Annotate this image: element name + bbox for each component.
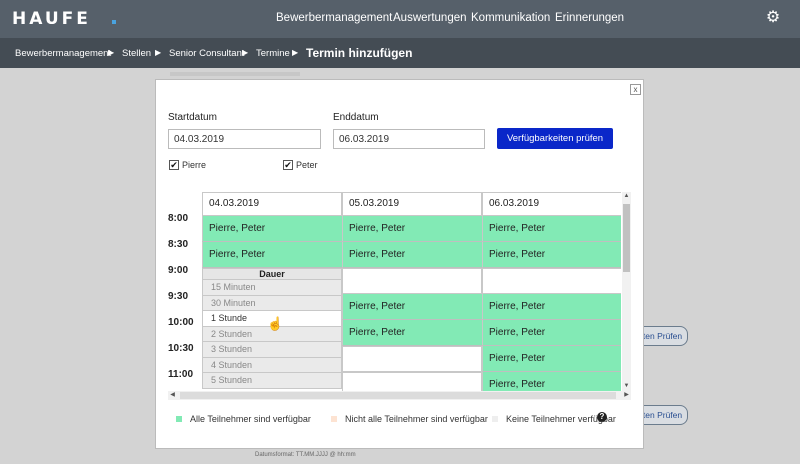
time-slot-available[interactable]: Pierre, Peter [202,242,342,268]
legend-label-all: Alle Teilnehmer sind verfügbar [190,414,311,424]
time-slot-available[interactable]: Pierre, Peter [342,216,482,242]
horizontal-scrollbar[interactable]: ◀ ▶ [168,391,631,400]
legend-swatch-none [492,416,498,422]
time-label: 8:30 [168,239,189,250]
day-column: 04.03.2019 Pierre, Peter Pierre, Peter D… [202,192,342,391]
time-slot-empty[interactable] [342,346,482,372]
breadcrumb-termine[interactable]: Termine [256,48,290,59]
legend-swatch-partial [331,416,337,422]
nav-kommunikation[interactable]: Kommunikation [471,12,550,24]
top-navigation: HAUFE Bewerbermanagement Auswertungen Ko… [0,0,800,38]
time-label: 11:00 [168,369,194,380]
participant-label: Peter [296,160,318,170]
legend-swatch-all [176,416,182,422]
time-label: 8:00 [168,213,189,224]
duration-option[interactable]: 4 Stunden [202,357,342,373]
legend-label-partial: Nicht alle Teilnehmer sind verfügbar [345,414,488,424]
time-slot-available[interactable]: Pierre, Peter [482,242,621,268]
time-slot-available[interactable]: Pierre, Peter [342,242,482,268]
scroll-left-icon[interactable]: ◀ [168,391,177,400]
time-slot-available[interactable]: Pierre, Peter [482,320,621,346]
column-date-header: 06.03.2019 [482,192,621,216]
breadcrumb-senior-consultant[interactable]: Senior Consultant [169,48,245,59]
participant-label: Pierre [182,160,207,170]
time-slot-available[interactable]: Pierre, Peter [342,320,482,346]
haufe-logo[interactable]: HAUFE [12,9,91,29]
checkbox-checked-icon: ✔ [169,160,179,170]
vertical-scrollbar[interactable]: ▲ ▼ [622,192,631,391]
day-column: 06.03.2019 Pierre, Peter Pierre, Peter P… [482,192,621,391]
breadcrumb-separator-icon: ▶ [108,48,115,57]
duration-option[interactable]: 5 Stunden [202,373,342,389]
time-label: 9:30 [168,291,189,302]
duration-option[interactable]: 15 Minuten [202,280,342,296]
time-slot-available[interactable]: Pierre, Peter [202,216,342,242]
scrollbar-thumb[interactable] [623,204,630,272]
help-icon[interactable]: ? [597,412,607,422]
duration-option[interactable]: 3 Stunden [202,342,342,358]
column-date-header: 04.03.2019 [202,192,342,216]
duration-dropdown-header: Dauer [202,268,342,280]
scroll-down-icon[interactable]: ▼ [622,382,631,391]
breadcrumb-bewerbermanagement[interactable]: Bewerbermanagement [15,48,111,59]
breadcrumb-stellen[interactable]: Stellen [122,48,151,59]
time-label: 9:00 [168,265,189,276]
gear-icon[interactable]: ⚙ [765,10,781,26]
time-slot-available[interactable]: Pierre, Peter [342,294,482,320]
scroll-up-icon[interactable]: ▲ [622,192,631,201]
nav-auswertungen[interactable]: Auswertungen [393,12,467,24]
time-label: 10:00 [168,317,194,328]
check-availability-button[interactable]: Verfügbarkeiten prüfen [497,128,613,149]
date-format-hint: Datumsformat: TT.MM.JJJJ @ hh:mm [255,452,356,458]
time-slot-available[interactable]: Pierre, Peter [482,372,621,391]
end-date-label: Enddatum [333,112,379,123]
checkbox-checked-icon: ✔ [283,160,293,170]
start-date-input[interactable] [168,129,321,149]
breadcrumb-separator-icon: ▶ [242,48,249,57]
breadcrumb-separator-icon: ▶ [292,48,299,57]
time-slot-available[interactable]: Pierre, Peter [482,346,621,372]
nav-bewerbermanagement[interactable]: Bewerbermanagement [276,12,392,24]
time-slot-available[interactable]: Pierre, Peter [482,294,621,320]
nav-erinnerungen[interactable]: Erinnerungen [555,12,624,24]
time-label: 10:30 [168,343,194,354]
close-icon[interactable]: x [630,84,641,95]
logo-dot [112,20,116,24]
background-text-line [170,72,300,76]
duration-option[interactable]: 30 Minuten [202,295,342,311]
time-slot-available[interactable]: Pierre, Peter [482,216,621,242]
add-appointment-dialog: x Startdatum Enddatum Verfügbarkeiten pr… [155,79,644,449]
day-column: 05.03.2019 Pierre, Peter Pierre, Peter P… [342,192,482,391]
breadcrumb-separator-icon: ▶ [155,48,162,57]
availability-grid: 04.03.2019 Pierre, Peter Pierre, Peter D… [202,192,621,391]
duration-dropdown: Dauer 15 Minuten 30 Minuten 1 Stunde 2 S… [202,268,342,389]
participant-checkbox-pierre[interactable]: ✔ Pierre [169,160,206,170]
start-date-label: Startdatum [168,112,217,123]
breadcrumb-current: Termin hinzufügen [306,46,413,60]
participant-checkbox-peter[interactable]: ✔ Peter [283,160,318,170]
scroll-right-icon[interactable]: ▶ [622,391,631,400]
column-date-header: 05.03.2019 [342,192,482,216]
time-slot-empty[interactable] [342,372,482,391]
scrollbar-thumb[interactable] [180,392,616,399]
time-slot-empty[interactable] [342,268,482,294]
end-date-input[interactable] [333,129,485,149]
time-slot-empty[interactable] [482,268,621,294]
duration-option-hovered[interactable]: 1 Stunde [202,311,342,327]
duration-option[interactable]: 2 Stunden [202,326,342,342]
breadcrumb: Bewerbermanagement ▶ Stellen ▶ Senior Co… [0,38,800,68]
